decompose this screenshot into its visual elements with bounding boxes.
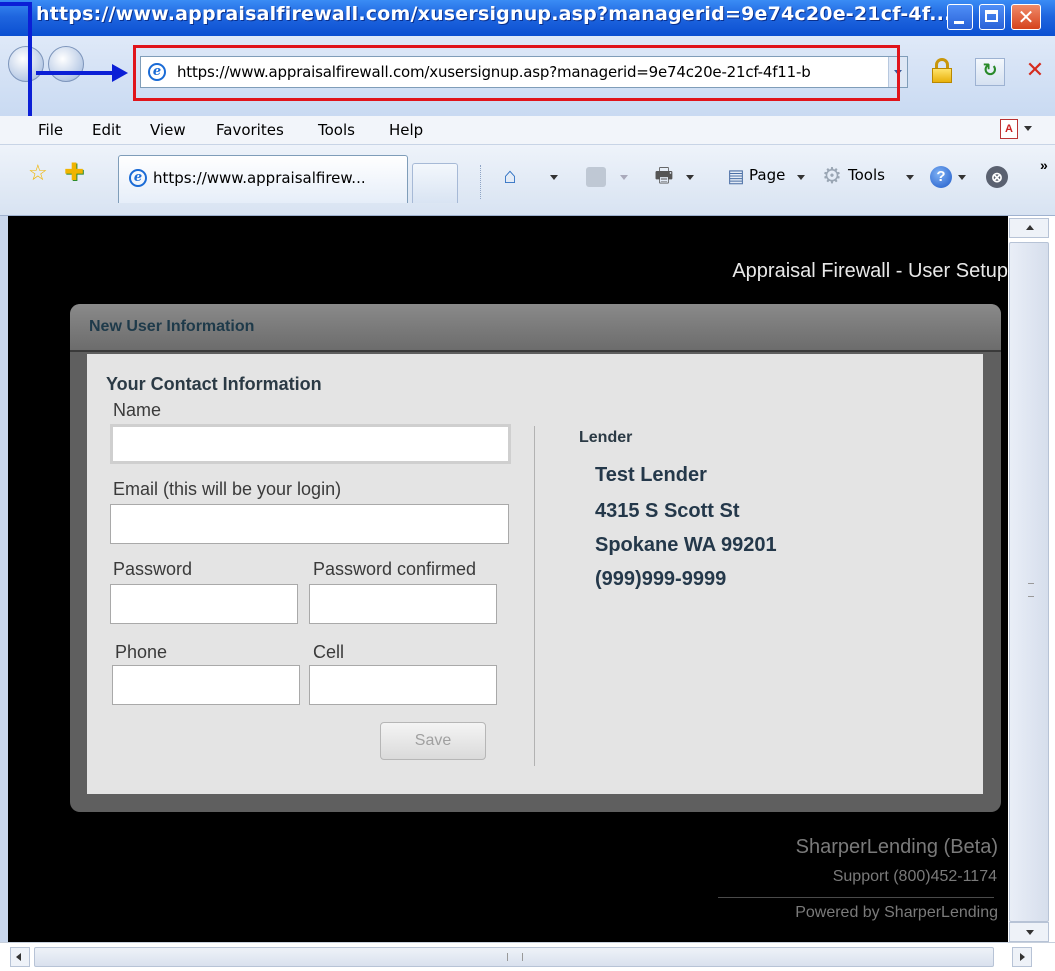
page-content: Appraisal Firewall - User Setup New User…: [8, 216, 1008, 942]
section-title: Your Contact Information: [106, 374, 322, 394]
add-favorite-icon[interactable]: ✚: [64, 158, 84, 187]
horizontal-scrollbar[interactable]: [0, 942, 1055, 971]
menu-view[interactable]: View: [150, 121, 186, 139]
scroll-left-button[interactable]: [10, 947, 30, 967]
page-menu-label[interactable]: Page: [749, 166, 785, 184]
close-window-button[interactable]: ✕: [1011, 4, 1041, 30]
panel-header: New User Information: [70, 304, 1001, 352]
more-commands-chevron[interactable]: »: [1040, 157, 1048, 173]
blocked-content-icon[interactable]: ⊗: [986, 166, 1008, 188]
email-field[interactable]: [110, 504, 509, 544]
cell-label: Cell: [313, 642, 345, 662]
chevron-down-icon[interactable]: [797, 175, 805, 180]
help-icon[interactable]: ?: [930, 166, 952, 188]
window-left-frame: [0, 216, 8, 942]
lender-phone: (999)999-9999: [595, 568, 727, 590]
lender-street: 4315 S Scott St: [595, 500, 740, 522]
footer-support: Support (800)452-1174: [832, 868, 997, 885]
lender-city: Spokane WA 99201: [595, 534, 777, 556]
window-titlebar: https://www.appraisalfirewall.com/xusers…: [0, 0, 1055, 36]
name-label: Name: [113, 400, 162, 420]
horizontal-scroll-thumb[interactable]: [34, 947, 994, 967]
lender-label: Lender: [579, 429, 633, 446]
column-divider: [534, 426, 535, 766]
minimize-button[interactable]: [947, 4, 973, 30]
scroll-down-button[interactable]: [1009, 922, 1049, 942]
address-highlight-box: [133, 45, 900, 101]
cell-field[interactable]: [309, 665, 497, 705]
close-icon: ✕: [1017, 5, 1035, 29]
menu-favorites[interactable]: Favorites: [216, 121, 284, 139]
chevron-down-icon[interactable]: [686, 175, 694, 180]
maximize-button[interactable]: [979, 4, 1005, 30]
gear-icon[interactable]: ⚙: [820, 164, 844, 188]
chevron-down-icon[interactable]: [906, 175, 914, 180]
feeds-icon[interactable]: [586, 167, 606, 187]
email-label: Email (this will be your login): [113, 479, 342, 499]
menu-bar: File Edit View Favorites Tools Help A: [0, 116, 1055, 145]
menu-file[interactable]: File: [38, 121, 63, 139]
menu-help[interactable]: Help: [389, 121, 423, 139]
annotation-arrow: [36, 71, 116, 75]
scroll-right-button[interactable]: [1012, 947, 1032, 967]
tab-label: https://www.appraisalfirew...: [153, 169, 366, 187]
phone-label: Phone: [115, 642, 168, 662]
stop-button[interactable]: ✕: [1020, 58, 1050, 86]
save-button[interactable]: Save: [380, 722, 486, 760]
chevron-down-icon[interactable]: [1024, 126, 1032, 131]
window-title: https://www.appraisalfirewall.com/xusers…: [36, 3, 952, 25]
menu-edit[interactable]: Edit: [92, 121, 121, 139]
menu-tools[interactable]: Tools: [318, 121, 355, 139]
print-icon[interactable]: 🖶: [652, 164, 676, 188]
chevron-down-icon[interactable]: [550, 175, 558, 180]
refresh-button[interactable]: ↻: [975, 58, 1005, 86]
pdf-icon[interactable]: A: [1000, 119, 1018, 139]
vertical-scroll-thumb[interactable]: [1009, 242, 1049, 922]
home-icon[interactable]: ⌂: [498, 164, 522, 188]
password-label: Password: [113, 559, 193, 579]
new-tab-button[interactable]: [412, 163, 458, 203]
chevron-down-icon: [620, 175, 628, 180]
footer-brand: SharperLending (Beta): [795, 836, 998, 858]
password-confirm-label: Password confirmed: [313, 559, 477, 579]
lock-icon[interactable]: [930, 58, 954, 84]
panel-title: New User Information: [89, 318, 255, 335]
name-field[interactable]: [110, 424, 511, 464]
chevron-down-icon[interactable]: [958, 175, 966, 180]
new-user-panel: New User Information Your Contact Inform…: [70, 304, 1001, 812]
forward-button[interactable]: [48, 46, 84, 82]
favorites-star-icon[interactable]: ☆: [28, 160, 48, 186]
password-field[interactable]: [110, 584, 298, 624]
tools-menu-label[interactable]: Tools: [848, 166, 885, 184]
page-title: Appraisal Firewall - User Setup: [732, 260, 1008, 282]
annotation-arrow-head: [112, 64, 128, 82]
tab-current[interactable]: e https://www.appraisalfirew...: [118, 155, 408, 203]
page-icon[interactable]: ▤: [724, 164, 748, 188]
vertical-scrollbar[interactable]: [1008, 216, 1055, 942]
user-form: Your Contact Information Name Email (thi…: [87, 354, 983, 794]
footer-divider: [718, 897, 994, 898]
ie-tab-icon: e: [129, 169, 147, 187]
lender-name: Test Lender: [595, 464, 707, 486]
phone-field[interactable]: [112, 665, 300, 705]
footer-powered[interactable]: Powered by SharperLending: [795, 904, 998, 922]
toolbar-separator: [480, 165, 482, 199]
password-confirm-field[interactable]: [309, 584, 497, 624]
scroll-up-button[interactable]: [1009, 218, 1049, 238]
